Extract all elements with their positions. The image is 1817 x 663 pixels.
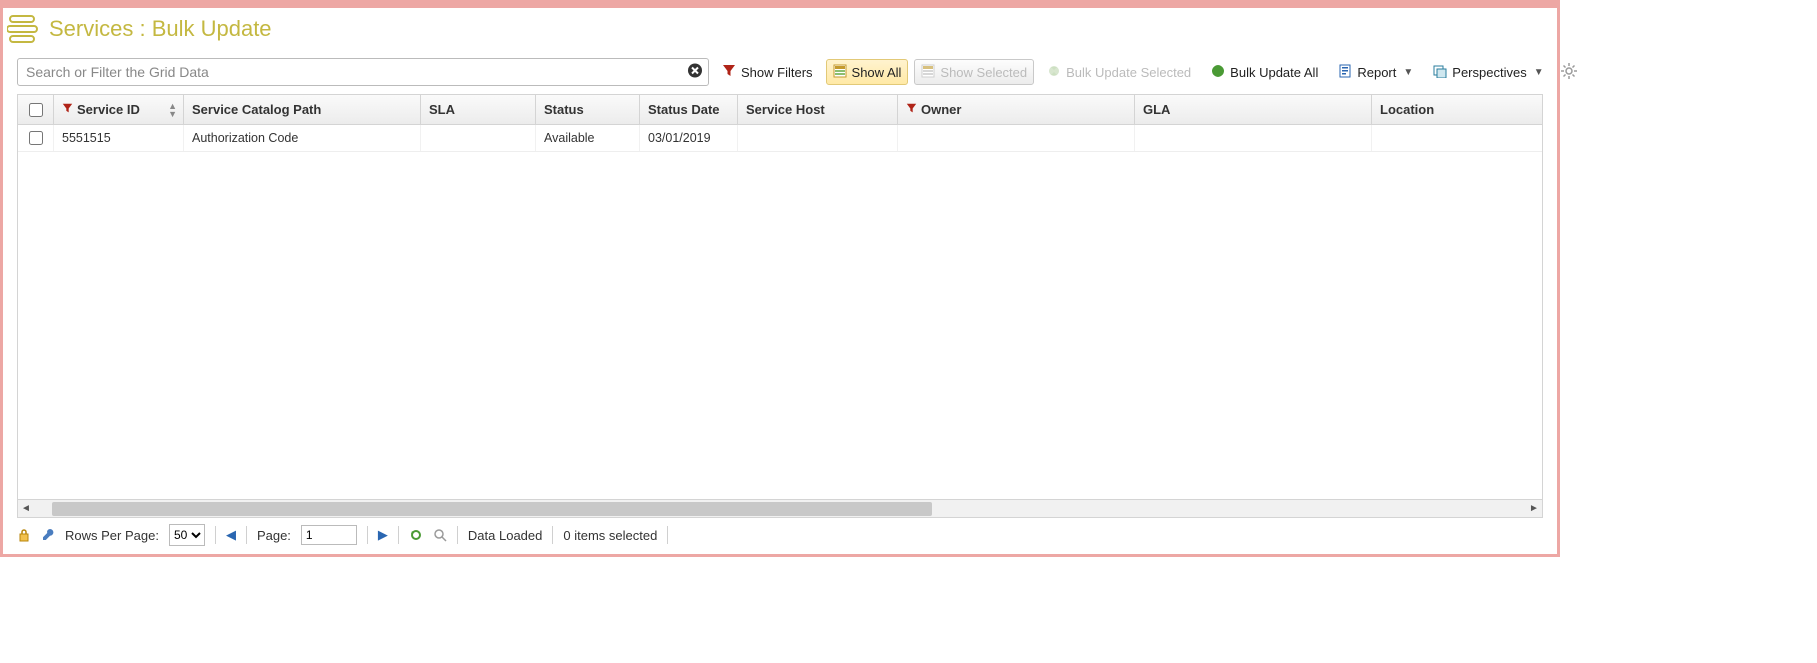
header-gla[interactable]: GLA (1135, 95, 1372, 124)
rows-per-page-label: Rows Per Page: (65, 528, 159, 543)
chevron-down-icon: ▼ (1534, 67, 1544, 78)
header-sla[interactable]: SLA (421, 95, 536, 124)
show-filters-button[interactable]: Show Filters (715, 59, 820, 85)
grid-all-icon (833, 64, 847, 81)
separator (246, 526, 247, 544)
grid-body: 5551515 Authorization Code Available 03/… (18, 125, 1542, 499)
table-row[interactable]: 5551515 Authorization Code Available 03/… (18, 125, 1542, 152)
cell-service-catalog-path: Authorization Code (184, 125, 421, 151)
search-input[interactable] (17, 58, 709, 86)
bulk-all-icon (1211, 64, 1225, 81)
header-label: Owner (921, 102, 961, 117)
row-checkbox[interactable] (29, 131, 43, 145)
separator (457, 526, 458, 544)
header-label: GLA (1143, 102, 1170, 117)
header-label: Status Date (648, 102, 720, 117)
sort-icon: ▲▼ (168, 102, 177, 118)
select-all-checkbox[interactable] (29, 103, 43, 117)
bulk-update-selected-button: Bulk Update Selected (1040, 59, 1198, 85)
header-label: SLA (429, 102, 455, 117)
separator (398, 526, 399, 544)
wrench-icon[interactable] (41, 528, 55, 542)
show-filters-label: Show Filters (741, 65, 813, 80)
header-service-id[interactable]: Service ID ▲▼ (54, 95, 184, 124)
cell-status: Available (536, 125, 640, 151)
header-label: Service ID (77, 102, 140, 117)
header-label: Service Catalog Path (192, 102, 321, 117)
cell-service-host (738, 125, 898, 151)
header-status[interactable]: Status (536, 95, 640, 124)
header-label: Location (1380, 102, 1434, 117)
header-location[interactable]: Location (1372, 95, 1542, 124)
header-service-catalog-path[interactable]: Service Catalog Path (184, 95, 421, 124)
cell-service-id: 5551515 (54, 125, 184, 151)
cell-gla (1135, 125, 1372, 151)
cell-status-date: 03/01/2019 (640, 125, 738, 151)
bulk-update-all-button[interactable]: Bulk Update All (1204, 59, 1325, 85)
next-page-icon[interactable]: ▶ (378, 527, 388, 543)
show-all-label: Show All (852, 65, 902, 80)
show-selected-label: Show Selected (940, 65, 1027, 80)
cell-sla (421, 125, 536, 151)
scroll-thumb[interactable] (52, 502, 932, 516)
scroll-right-icon[interactable]: ► (1526, 503, 1542, 514)
header-checkbox-cell (18, 95, 54, 124)
bulk-update-all-label: Bulk Update All (1230, 65, 1318, 80)
app-frame: Services : Bulk Update Show Filters Show… (0, 0, 1560, 557)
items-selected-status: 0 items selected (563, 528, 657, 543)
row-checkbox-cell (18, 125, 54, 151)
data-grid: Service ID ▲▼ Service Catalog Path SLA S… (17, 94, 1543, 518)
report-label: Report (1357, 65, 1396, 80)
title-bar: Services : Bulk Update (3, 8, 1557, 54)
filter-icon (62, 102, 73, 117)
scroll-left-icon[interactable]: ◄ (18, 503, 34, 514)
separator (552, 526, 553, 544)
separator (215, 526, 216, 544)
toolbar: Show Filters Show All Show Selected Bulk… (3, 54, 1557, 94)
header-service-host[interactable]: Service Host (738, 95, 898, 124)
prev-page-icon[interactable]: ◀ (226, 527, 236, 543)
clear-search-icon[interactable] (687, 63, 703, 82)
services-icon (7, 14, 41, 44)
show-selected-button[interactable]: Show Selected (914, 59, 1034, 85)
search-icon[interactable] (433, 528, 447, 542)
page-title: Services : Bulk Update (49, 16, 272, 42)
perspectives-label: Perspectives (1452, 65, 1526, 80)
search-wrap (17, 58, 709, 86)
cell-location (1372, 125, 1542, 151)
report-icon (1338, 64, 1352, 81)
separator (667, 526, 668, 544)
data-loaded-status: Data Loaded (468, 528, 542, 543)
refresh-icon[interactable] (409, 528, 423, 542)
grid-footer: Rows Per Page: 50 ◀ Page: ▶ Data Loaded … (3, 518, 1557, 554)
bulk-selected-icon (1047, 64, 1061, 81)
grid-selected-icon (921, 64, 935, 81)
horizontal-scrollbar[interactable]: ◄ ► (18, 499, 1542, 517)
separator (367, 526, 368, 544)
page-input[interactable] (301, 525, 357, 545)
header-label: Service Host (746, 102, 825, 117)
grid-header: Service ID ▲▼ Service Catalog Path SLA S… (18, 95, 1542, 125)
chevron-down-icon: ▼ (1403, 67, 1413, 78)
lock-icon[interactable] (17, 528, 31, 542)
bulk-update-selected-label: Bulk Update Selected (1066, 65, 1191, 80)
filter-icon (906, 102, 917, 117)
rows-per-page-select[interactable]: 50 (169, 524, 205, 546)
header-status-date[interactable]: Status Date (640, 95, 738, 124)
gear-icon[interactable] (1557, 63, 1581, 82)
cell-owner (898, 125, 1135, 151)
page-label: Page: (257, 528, 291, 543)
header-label: Status (544, 102, 584, 117)
perspectives-icon (1433, 64, 1447, 81)
filter-icon (722, 64, 736, 81)
show-all-button[interactable]: Show All (826, 59, 909, 85)
header-owner[interactable]: Owner (898, 95, 1135, 124)
perspectives-button[interactable]: Perspectives ▼ (1426, 59, 1550, 85)
report-button[interactable]: Report ▼ (1331, 59, 1420, 85)
